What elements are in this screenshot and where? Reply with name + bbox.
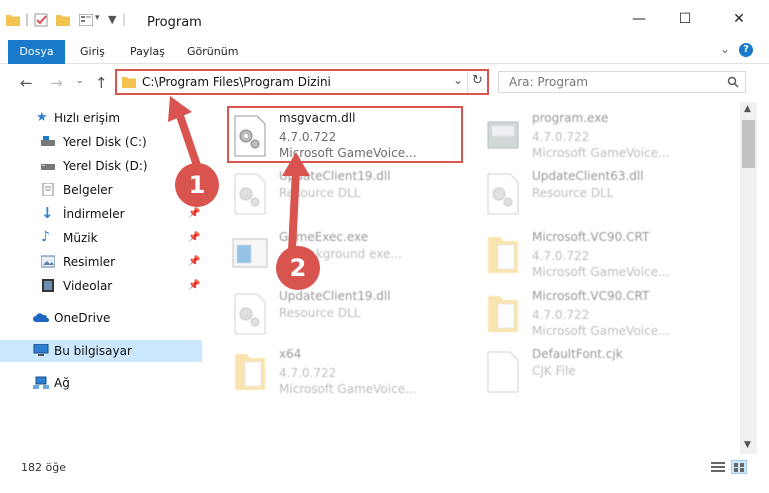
folder-icon xyxy=(235,354,265,390)
properties-icon[interactable] xyxy=(34,13,48,27)
close-button[interactable]: ✕ xyxy=(717,0,761,38)
address-path[interactable]: C:\Program Files\Program Dizini xyxy=(142,75,331,89)
music-icon: ♪ xyxy=(41,229,50,245)
chevron-down-icon[interactable]: ▾ xyxy=(95,13,100,23)
new-folder-icon[interactable] xyxy=(56,14,70,26)
back-arrow-icon[interactable]: ← xyxy=(20,74,33,92)
exe-icon xyxy=(487,121,519,149)
onedrive-icon xyxy=(33,313,49,322)
window-title: Program xyxy=(147,15,202,30)
drive-c-icon xyxy=(41,136,55,146)
recent-locations-chevron-icon[interactable]: ⌄ xyxy=(76,76,84,86)
file-item-vc90-crt[interactable]: Microsoft.VC90.CRT 4.7.0.722 Microsoft G… xyxy=(484,229,724,284)
file-description: Microsoft GameVoice... xyxy=(279,382,417,396)
divider xyxy=(467,71,468,93)
file-description: Microsoft GameVoice... xyxy=(532,265,670,279)
file-description: Microsoft GameVoice... xyxy=(532,146,670,160)
sidebar-item-network[interactable]: Ağ xyxy=(0,372,202,394)
file-name: UpdateClient63.dll xyxy=(532,169,644,183)
scroll-up-icon[interactable]: ▲ xyxy=(744,104,751,114)
customize-icon[interactable] xyxy=(79,14,93,26)
refresh-icon[interactable]: ↻ xyxy=(472,73,483,88)
file-version: 4.7.0.722 xyxy=(279,366,337,380)
file-description: Resource DLL xyxy=(279,306,361,320)
pictures-icon xyxy=(41,255,55,268)
maximize-button[interactable]: ☐ xyxy=(663,0,707,38)
documents-icon xyxy=(42,183,54,196)
up-arrow-icon[interactable]: ↑ xyxy=(95,74,108,92)
file-icon xyxy=(487,351,519,393)
star-icon: ★ xyxy=(36,110,48,125)
details-view-icon[interactable] xyxy=(711,462,725,473)
this-pc-icon xyxy=(33,344,49,356)
tab-paylas[interactable]: Paylaş xyxy=(130,42,165,62)
tab-dosya[interactable]: Dosya xyxy=(8,40,65,64)
file-description: CJK File xyxy=(532,364,576,378)
ribbon-tabs: Dosya Giriş Paylaş Görünüm ⌄ ? xyxy=(0,38,769,64)
sidebar-item-this-pc[interactable]: Bu bilgisayar xyxy=(0,340,202,362)
callout-badge-2: 2 xyxy=(276,246,320,290)
status-bar: 182 öğe xyxy=(0,454,769,493)
drive-d-icon xyxy=(41,164,55,170)
forward-arrow-icon[interactable]: → xyxy=(50,74,63,92)
file-version: 4.7.0.722 xyxy=(532,249,590,263)
network-icon xyxy=(33,376,49,389)
vertical-scrollbar[interactable]: ▲ ▼ xyxy=(740,102,757,454)
search-icon[interactable] xyxy=(727,76,739,88)
file-item-program-exe[interactable]: program.exe 4.7.0.722 Microsoft GameVoic… xyxy=(484,110,724,165)
downloads-icon: ↓ xyxy=(41,204,54,222)
file-name: UpdateClient19.dll xyxy=(279,289,391,303)
help-icon[interactable]: ? xyxy=(739,43,753,57)
file-item-x64[interactable]: x64 4.7.0.722 Microsoft GameVoice... xyxy=(231,346,471,401)
separator: | xyxy=(122,12,127,26)
file-name: program.exe xyxy=(532,111,609,125)
quick-access-toolbar-dropdown-icon[interactable]: ▼ xyxy=(108,13,116,26)
sidebar-item-onedrive[interactable]: OneDrive xyxy=(0,307,202,329)
file-name: Microsoft.VC90.CRT xyxy=(532,230,650,244)
search-input[interactable]: Ara: Program xyxy=(498,71,746,93)
file-item-updateclient19-b[interactable]: UpdateClient19.dll Resource DLL xyxy=(231,288,471,343)
file-item-defaultfont[interactable]: DefaultFont.cjk CJK File xyxy=(484,346,724,401)
scroll-down-icon[interactable]: ▼ xyxy=(744,440,751,450)
address-dropdown-icon[interactable]: ⌄ xyxy=(453,73,463,87)
folder-icon xyxy=(122,77,136,88)
file-description: Resource DLL xyxy=(532,186,614,200)
separator: | xyxy=(25,12,30,26)
folder-icon xyxy=(6,15,20,26)
dll-gear-icon xyxy=(234,293,266,335)
file-item-vc90-crt-b[interactable]: Microsoft.VC90.CRT 4.7.0.722 Microsoft G… xyxy=(484,288,724,343)
file-name: Microsoft.VC90.CRT xyxy=(532,289,650,303)
file-version: 4.7.0.722 xyxy=(532,130,590,144)
file-description: Microsoft GameVoice... xyxy=(532,324,670,338)
file-name: x64 xyxy=(279,347,302,361)
dll-gear-icon xyxy=(487,173,519,215)
file-item-updateclient63[interactable]: UpdateClient63.dll Resource DLL xyxy=(484,168,724,223)
videos-icon xyxy=(42,279,54,292)
search-placeholder: Ara: Program xyxy=(509,75,588,89)
title-bar: | ▾ ▼ | Program — ☐ ✕ xyxy=(0,0,769,38)
minimize-button[interactable]: — xyxy=(617,0,661,38)
large-icons-view-icon[interactable] xyxy=(731,460,747,474)
ribbon-expand-icon[interactable]: ⌄ xyxy=(720,42,730,56)
scroll-thumb[interactable] xyxy=(742,120,755,168)
tab-gorunum[interactable]: Görünüm xyxy=(187,42,238,62)
callout-badge-1: 1 xyxy=(175,163,219,207)
item-count: 182 öğe xyxy=(21,461,66,474)
folder-icon xyxy=(488,296,518,332)
file-version: 4.7.0.722 xyxy=(532,308,590,322)
file-name: DefaultFont.cjk xyxy=(532,347,623,361)
folder-icon xyxy=(488,237,518,273)
tab-giris[interactable]: Giriş xyxy=(80,42,105,62)
